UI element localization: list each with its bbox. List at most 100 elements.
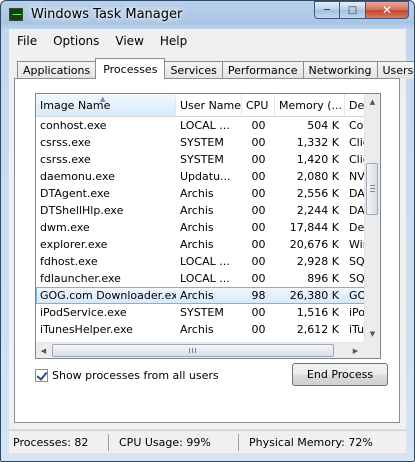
process-user: Archis	[180, 238, 214, 251]
process-memory: 896 K	[307, 272, 339, 285]
process-memory: 2,080 K	[296, 170, 339, 183]
menu-bar: File Options View Help	[9, 29, 406, 52]
process-cpu: 00	[251, 221, 266, 234]
table-row[interactable]: iTunesHelper.exe Archis 00 2,612 KiTun	[36, 321, 380, 338]
process-user: Archis	[180, 289, 214, 302]
vertical-scroll-thumb[interactable]	[366, 163, 378, 215]
process-name: fdhost.exe	[40, 255, 98, 268]
grip-line	[192, 348, 193, 353]
end-process-button[interactable]: End Process	[292, 363, 388, 386]
column-memory[interactable]: Memory (...	[275, 94, 345, 116]
process-memory: 2,612 K	[296, 323, 339, 336]
process-user: SYSTEM	[180, 306, 224, 319]
horizontal-scrollbar[interactable]: ◀ ▶	[36, 342, 364, 358]
table-row[interactable]: GOG.com Downloader.exe Archis 98 26,380 K GO…	[36, 287, 380, 304]
column-cpu-label: CPU	[246, 98, 269, 112]
tab-performance[interactable]: Performance	[221, 61, 304, 79]
process-user: Archis	[180, 221, 214, 234]
maximize-button[interactable]: □	[340, 1, 366, 19]
grip-line	[189, 348, 190, 353]
menu-help[interactable]: Help	[152, 34, 195, 48]
process-memory: 1,516 K	[296, 306, 339, 319]
close-button[interactable]: ✕	[366, 1, 409, 19]
horizontal-scroll-thumb[interactable]	[52, 344, 334, 357]
grip-line	[370, 188, 375, 189]
column-user-name[interactable]: User Name	[176, 94, 242, 116]
process-name: explorer.exe	[40, 238, 108, 251]
process-user: Updatu...	[180, 170, 231, 183]
process-memory: 2,244 K	[296, 204, 339, 217]
table-row[interactable]: DTAgent.exe Archis 00 2,556 K DAE	[36, 185, 380, 202]
list-header: ▲ Image Name User Name CPU Memory (... D…	[36, 94, 380, 117]
grip-line	[370, 185, 375, 186]
scroll-up-icon[interactable]: ▲	[365, 94, 380, 110]
table-row[interactable]: iPodService.exe SYSTEM 00 1,516 KiPod	[36, 304, 380, 321]
grip-line	[370, 191, 375, 192]
process-name: fdlauncher.exe	[40, 272, 121, 285]
process-rows: conhost.exe LOCAL ... 00 504 K Con csrss.exe S…	[36, 117, 380, 355]
process-list[interactable]: ▲ Image Name User Name CPU Memory (... D…	[35, 93, 381, 359]
process-name: DTAgent.exe	[40, 187, 110, 200]
processes-panel: ▲ Image Name User Name CPU Memory (... D…	[14, 78, 400, 423]
menu-options[interactable]: Options	[45, 34, 107, 48]
process-user: LOCAL ...	[180, 119, 230, 132]
process-user: LOCAL ...	[180, 272, 230, 285]
process-name: iPodService.exe	[40, 306, 127, 319]
table-row[interactable]: fdlauncher.exe LOCAL ... 00 896 K SQL	[36, 270, 380, 287]
table-row[interactable]: DTShellHlp.exe Archis 00 2,244 K DAE	[36, 202, 380, 219]
table-row[interactable]: explorer.exe Archis 00 20,676 K Wind	[36, 236, 380, 253]
process-user: SYSTEM	[180, 153, 224, 166]
client-area: Applications Processes Services Performa…	[9, 52, 414, 429]
process-memory: 504 K	[307, 119, 339, 132]
table-row[interactable]: daemonu.exe Updatu... 00 2,080 K NVID	[36, 168, 380, 185]
process-name: DTShellHlp.exe	[40, 204, 124, 217]
tab-strip: Applications Processes Services Performa…	[17, 58, 414, 79]
process-name: GOG.com Downloader.exe	[40, 289, 176, 302]
scroll-down-icon[interactable]: ▼	[365, 326, 380, 342]
task-manager-app-icon	[9, 8, 23, 21]
process-cpu: 00	[251, 119, 266, 132]
tab-users[interactable]: Users	[376, 61, 414, 79]
close-icon: ✕	[381, 3, 393, 17]
scroll-right-icon[interactable]: ▶	[348, 343, 363, 358]
menu-view[interactable]: View	[107, 34, 151, 48]
table-row[interactable]: dwm.exe Archis 00 17,844 K Desk	[36, 219, 380, 236]
minimize-button[interactable]: ─	[314, 1, 340, 19]
column-user-name-label: User Name	[180, 98, 242, 112]
process-cpu: 00	[251, 255, 266, 268]
show-all-users-checkbox[interactable]	[35, 369, 48, 382]
menu-file[interactable]: File	[9, 34, 45, 48]
scroll-left-icon[interactable]: ◀	[36, 343, 51, 358]
table-row[interactable]: conhost.exe LOCAL ... 00 504 K Con	[36, 117, 380, 134]
process-user: Archis	[180, 323, 214, 336]
process-memory: 1,332 K	[296, 136, 339, 149]
process-cpu: 00	[251, 170, 266, 183]
column-cpu[interactable]: CPU	[242, 94, 275, 116]
scrollbar-corner	[364, 342, 380, 358]
show-all-users-option[interactable]: Show processes from all users	[35, 369, 219, 382]
table-row[interactable]: csrss.exe SYSTEM 00 1,420 K Clie	[36, 151, 380, 168]
process-cpu: 00	[251, 153, 266, 166]
process-name: daemonu.exe	[40, 170, 115, 183]
vertical-scrollbar[interactable]: ▲ ▼	[364, 94, 380, 342]
process-memory: 2,928 K	[296, 255, 339, 268]
tab-applications[interactable]: Applications	[17, 61, 97, 79]
table-row[interactable]: fdhost.exe LOCAL ... 00 2,928 K SQL	[36, 253, 380, 270]
title-bar[interactable]: Windows Task Manager ─ □ ✕	[1, 1, 414, 29]
status-bar: Processes: 82 CPU Usage: 99% Physical Me…	[9, 430, 406, 453]
table-row[interactable]: csrss.exe SYSTEM 00 1,332 K Clie	[36, 134, 380, 151]
process-name: iTunesHelper.exe	[40, 323, 133, 336]
process-cpu: 00	[251, 136, 266, 149]
tab-networking[interactable]: Networking	[302, 61, 378, 79]
column-image-name[interactable]: ▲ Image Name	[36, 94, 176, 116]
process-user: SYSTEM	[180, 136, 224, 149]
tab-processes[interactable]: Processes	[95, 58, 166, 79]
process-user: Archis	[180, 187, 214, 200]
status-cpu-usage: CPU Usage: 99%	[109, 433, 239, 451]
tab-services[interactable]: Services	[164, 61, 223, 79]
process-memory: 2,556 K	[296, 187, 339, 200]
process-cpu: 00	[251, 204, 266, 217]
process-memory: 1,420 K	[296, 153, 339, 166]
process-cpu: 00	[251, 323, 266, 336]
process-user: Archis	[180, 204, 214, 217]
